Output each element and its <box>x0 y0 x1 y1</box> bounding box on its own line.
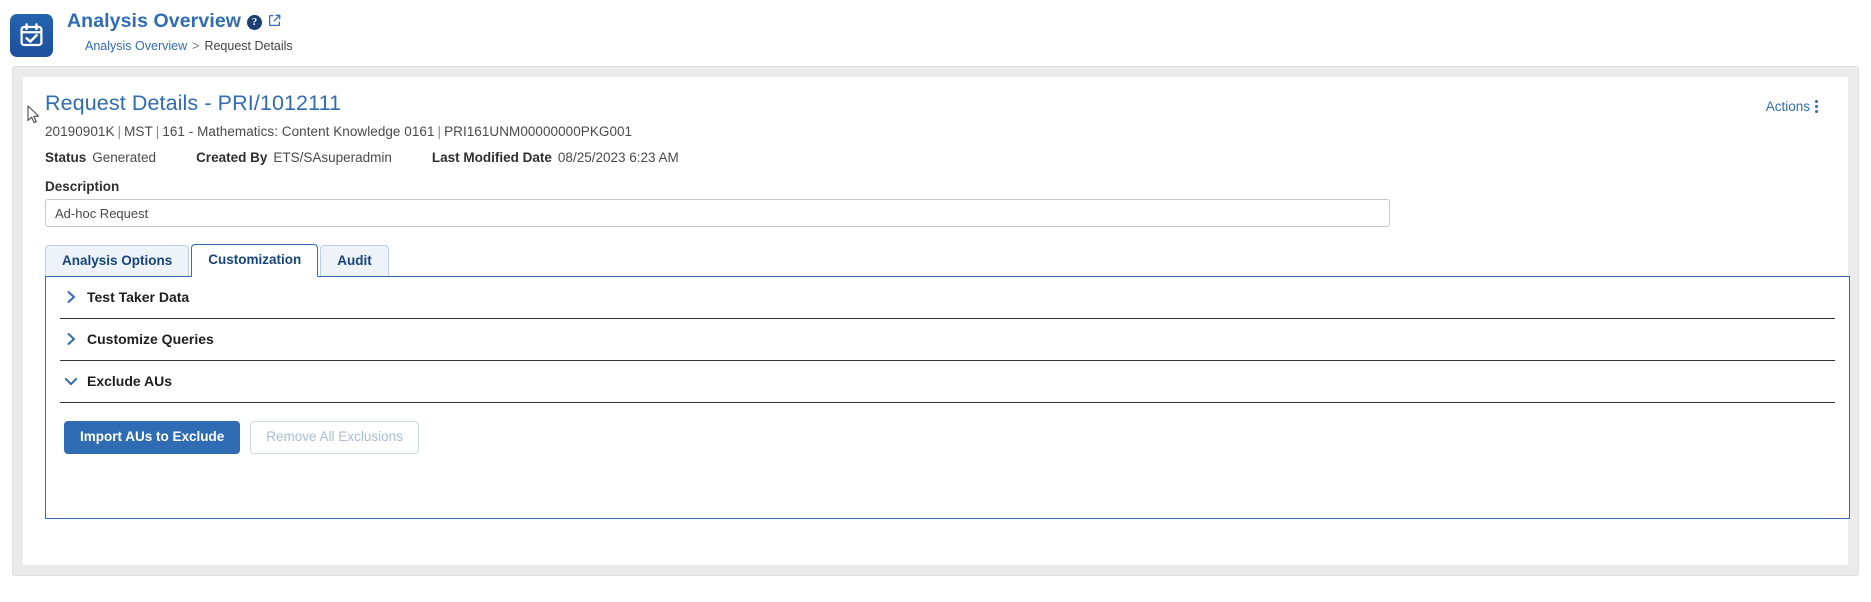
mouse-cursor <box>27 105 40 124</box>
field-last-modified-value: 08/25/2023 6:23 AM <box>557 150 679 165</box>
remove-all-exclusions-button[interactable]: Remove All Exclusions <box>250 420 419 454</box>
meta-part-3: PRI161UNM00000000PKG001 <box>444 124 633 139</box>
field-created-by-value: ETS/SAsuperadmin <box>273 150 392 165</box>
kebab-menu-icon <box>1815 100 1818 113</box>
accordion-customize-queries[interactable]: Customize Queries <box>60 319 1835 361</box>
external-link-icon[interactable] <box>268 12 281 32</box>
meta-part-2: 161 - Mathematics: Content Knowledge 016… <box>162 124 435 139</box>
breadcrumb: Analysis Overview > Request Details <box>85 38 293 53</box>
request-meta-line: 20190901K | MST | 161 - Mathematics: Content… <box>45 124 1830 139</box>
actions-label: Actions <box>1765 99 1810 114</box>
accordion-exclude-aus-label: Exclude AUs <box>87 373 173 390</box>
request-status-line: Status Generated Created By ETS/SAsuperadm… <box>45 150 1830 165</box>
exclude-aus-actions: Import AUs to Exclude Remove All Exclusi… <box>60 420 1835 454</box>
breadcrumb-item-current: Request Details <box>204 38 293 53</box>
chevron-right-icon <box>64 332 78 346</box>
tab-bar: Analysis Options Customization Audit <box>45 243 1830 277</box>
tab-audit-label: Audit <box>337 253 372 268</box>
request-title: Request Details - PRI/1012111 <box>45 91 342 115</box>
tab-analysis-options-label: Analysis Options <box>62 253 173 268</box>
actions-button[interactable]: Actions <box>1766 99 1818 114</box>
field-last-modified: Last Modified Date 08/25/2023 6:23 AM <box>432 150 679 165</box>
description-label: Description <box>45 179 120 194</box>
field-created-by-label: Created By <box>196 150 268 165</box>
meta-part-0: 20190901K <box>45 124 115 139</box>
meta-separator-0: | <box>117 124 122 139</box>
accordion-test-taker-data-label: Test Taker Data <box>87 289 190 306</box>
customization-panel: Test Taker Data Customize Queries Exclud… <box>45 275 1850 519</box>
request-details-card: Request Details - PRI/1012111 Actions 20… <box>23 77 1850 565</box>
meta-separator-2: | <box>437 124 442 139</box>
field-status-label: Status <box>45 150 87 165</box>
breadcrumb-item-root[interactable]: Analysis Overview <box>85 39 187 53</box>
accordion-test-taker-data[interactable]: Test Taker Data <box>60 277 1835 319</box>
meta-part-1: MST <box>124 124 153 139</box>
breadcrumb-separator: > <box>192 38 200 53</box>
app-header: Analysis Overview ? Analysis Overview > Re… <box>0 0 1871 66</box>
content-panel: Request Details - PRI/1012111 Actions 20… <box>12 66 1859 576</box>
page-title: Analysis Overview ? <box>67 10 293 32</box>
calendar-check-icon <box>10 14 53 57</box>
field-status: Status Generated <box>45 150 156 165</box>
import-aus-to-exclude-button[interactable]: Import AUs to Exclude <box>64 420 241 454</box>
field-status-value: Generated <box>92 150 157 165</box>
meta-separator-1: | <box>155 124 160 139</box>
tab-customization[interactable]: Customization <box>191 244 319 277</box>
tab-customization-label: Customization <box>208 252 302 267</box>
tab-audit[interactable]: Audit <box>320 245 389 276</box>
accordion-customize-queries-label: Customize Queries <box>87 331 214 348</box>
page-title-text: Analysis Overview <box>67 10 242 32</box>
field-last-modified-label: Last Modified Date <box>431 150 552 165</box>
help-circle-icon[interactable]: ? <box>247 15 263 31</box>
chevron-right-icon <box>64 290 78 304</box>
card-header: Request Details - PRI/1012111 Actions <box>41 91 1830 118</box>
field-created-by: Created By ETS/SAsuperadmin <box>196 150 392 165</box>
header-text-group: Analysis Overview ? Analysis Overview > Re… <box>67 10 293 53</box>
accordion-exclude-aus[interactable]: Exclude AUs <box>60 361 1835 403</box>
description-input[interactable] <box>45 199 1390 227</box>
chevron-down-icon <box>64 376 78 387</box>
tab-analysis-options[interactable]: Analysis Options <box>45 245 190 276</box>
